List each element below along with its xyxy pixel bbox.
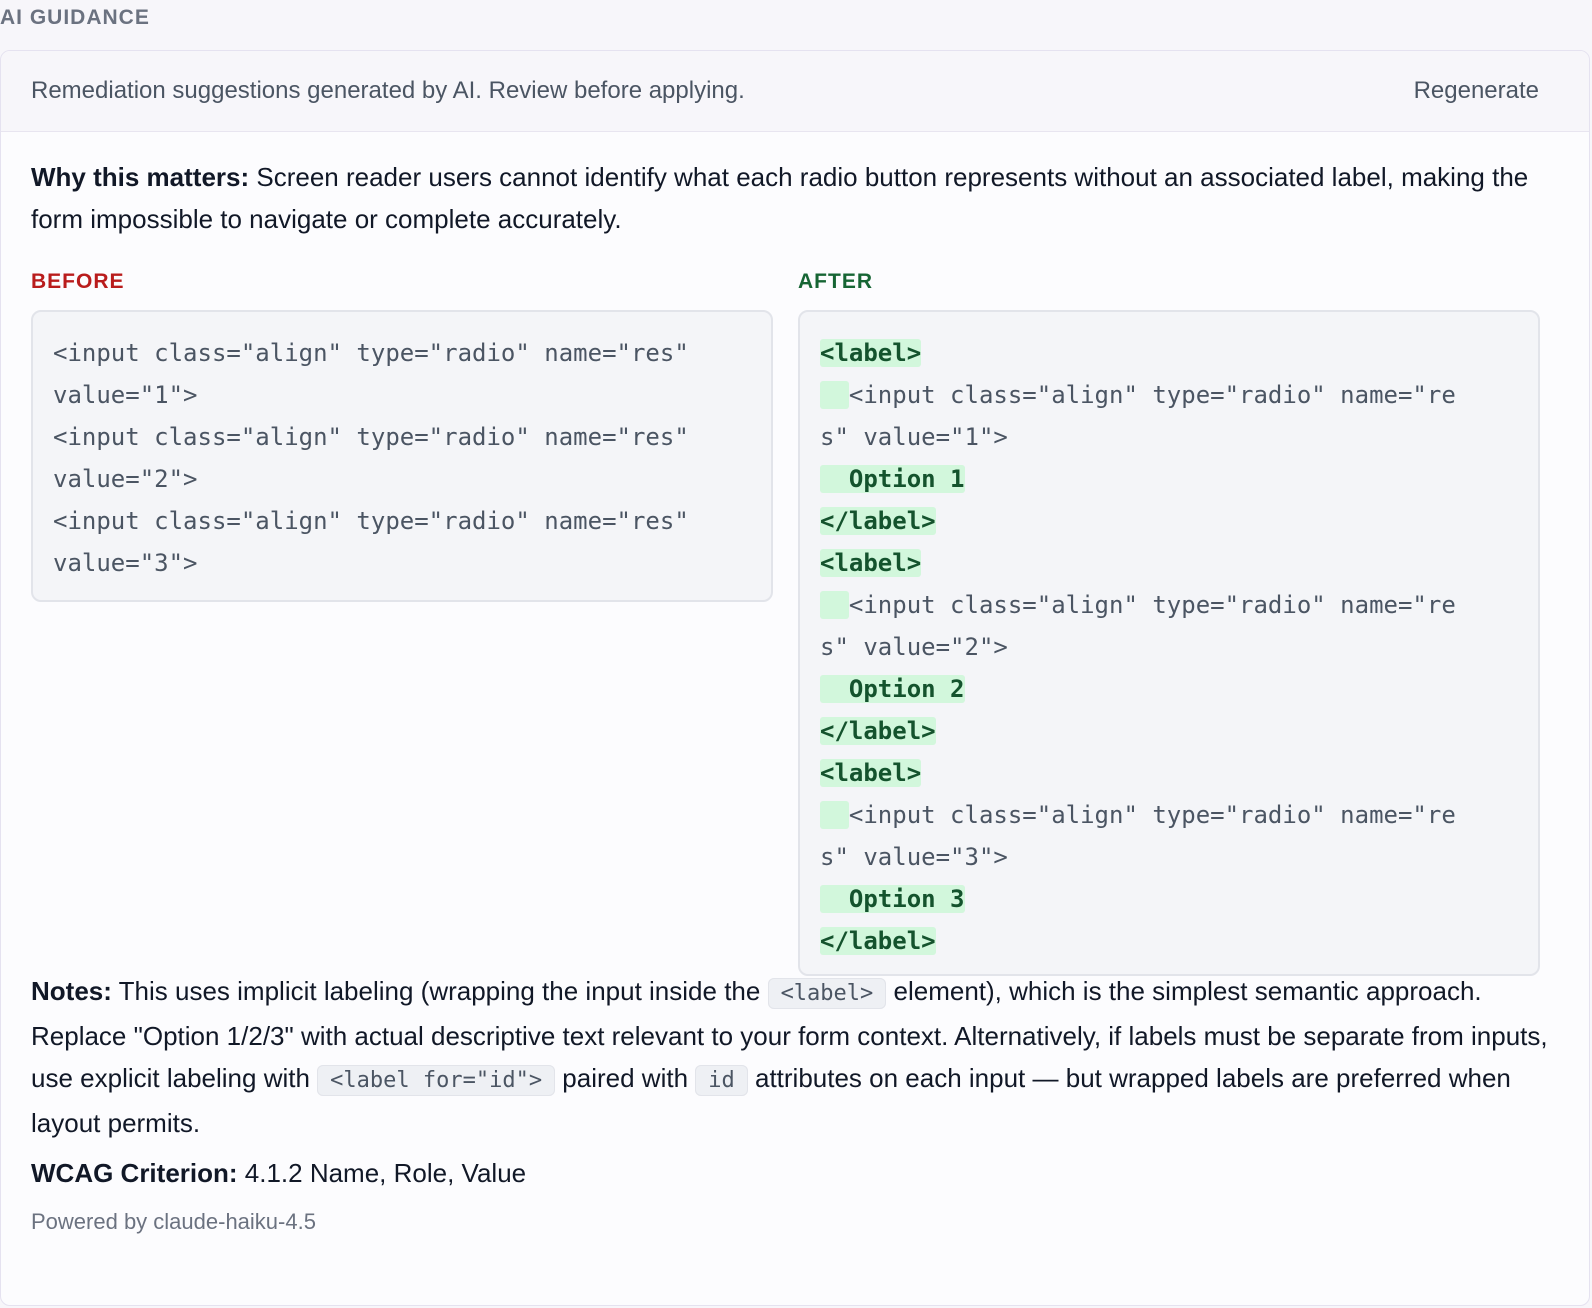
before-code-block: <input class="align" type="radio" name="… xyxy=(31,310,773,602)
code-line: value="2"> xyxy=(53,465,198,493)
wcag-criterion: WCAG Criterion: 4.1.2 Name, Role, Value xyxy=(31,1158,1559,1189)
inline-code: <label for="id"> xyxy=(317,1065,556,1096)
panel-body: Why this matters: Screen reader users ca… xyxy=(1,156,1589,1235)
option-text: Option 3 xyxy=(820,885,965,913)
notes-text: This uses implicit labeling (wrapping th… xyxy=(111,976,768,1006)
why-this-matters: Why this matters: Screen reader users ca… xyxy=(31,156,1559,240)
panel-header: Remediation suggestions generated by AI.… xyxy=(1,51,1589,132)
why-label: Why this matters: xyxy=(31,162,250,192)
code-line: <input class="align" type="radio" name="… xyxy=(53,507,689,535)
after-code-block: <label> <input class="align" type="radio… xyxy=(798,310,1540,976)
code-line: <input class="align" type="radio" name="… xyxy=(53,339,689,367)
powered-by: Powered by claude-haiku-4.5 xyxy=(31,1209,316,1234)
before-after-columns: BEFORE AFTER <input class="align" type="… xyxy=(31,270,1559,976)
option-text: Option 1 xyxy=(820,465,965,493)
ai-guidance-panel: Remediation suggestions generated by AI.… xyxy=(0,50,1590,1306)
regenerate-button[interactable]: Regenerate xyxy=(1414,77,1539,105)
wcag-value: 4.1.2 Name, Role, Value xyxy=(237,1158,527,1188)
why-text: Screen reader users cannot identify what… xyxy=(31,162,1529,234)
section-label: AI GUIDANCE xyxy=(0,6,150,29)
label-open-tag: <label> xyxy=(820,759,922,787)
code-line: <input class="align" type="radio" name="… xyxy=(53,423,689,451)
inline-code: <label> xyxy=(767,978,887,1009)
indent-marker xyxy=(820,801,849,829)
notes-text: paired with xyxy=(555,1063,696,1093)
indent-marker xyxy=(820,381,849,409)
inline-code: id xyxy=(695,1065,748,1096)
after-label: AFTER xyxy=(798,270,873,293)
header-disclaimer: Remediation suggestions generated by AI.… xyxy=(31,77,745,104)
code-line: <input class="align" type="radio" name="… xyxy=(848,591,1456,619)
notes-label: Notes: xyxy=(31,976,112,1006)
option-text: Option 2 xyxy=(820,675,965,703)
code-line: value="3"> xyxy=(53,549,198,577)
code-line: <input class="align" type="radio" name="… xyxy=(848,381,1456,409)
wcag-label: WCAG Criterion: xyxy=(31,1158,238,1188)
label-open-tag: <label> xyxy=(820,549,922,577)
code-line: s" value="2"> xyxy=(820,633,1008,661)
before-label: BEFORE xyxy=(31,270,125,293)
label-close-tag: </label> xyxy=(820,927,936,955)
code-line: value="1"> xyxy=(53,381,198,409)
label-close-tag: </label> xyxy=(820,507,936,535)
code-line: s" value="1"> xyxy=(820,423,1008,451)
code-line: <input class="align" type="radio" name="… xyxy=(848,801,1456,829)
label-open-tag: <label> xyxy=(820,339,922,367)
label-close-tag: </label> xyxy=(820,717,936,745)
code-line: s" value="3"> xyxy=(820,843,1008,871)
notes: Notes: This uses implicit labeling (wrap… xyxy=(31,970,1559,1144)
indent-marker xyxy=(820,591,849,619)
